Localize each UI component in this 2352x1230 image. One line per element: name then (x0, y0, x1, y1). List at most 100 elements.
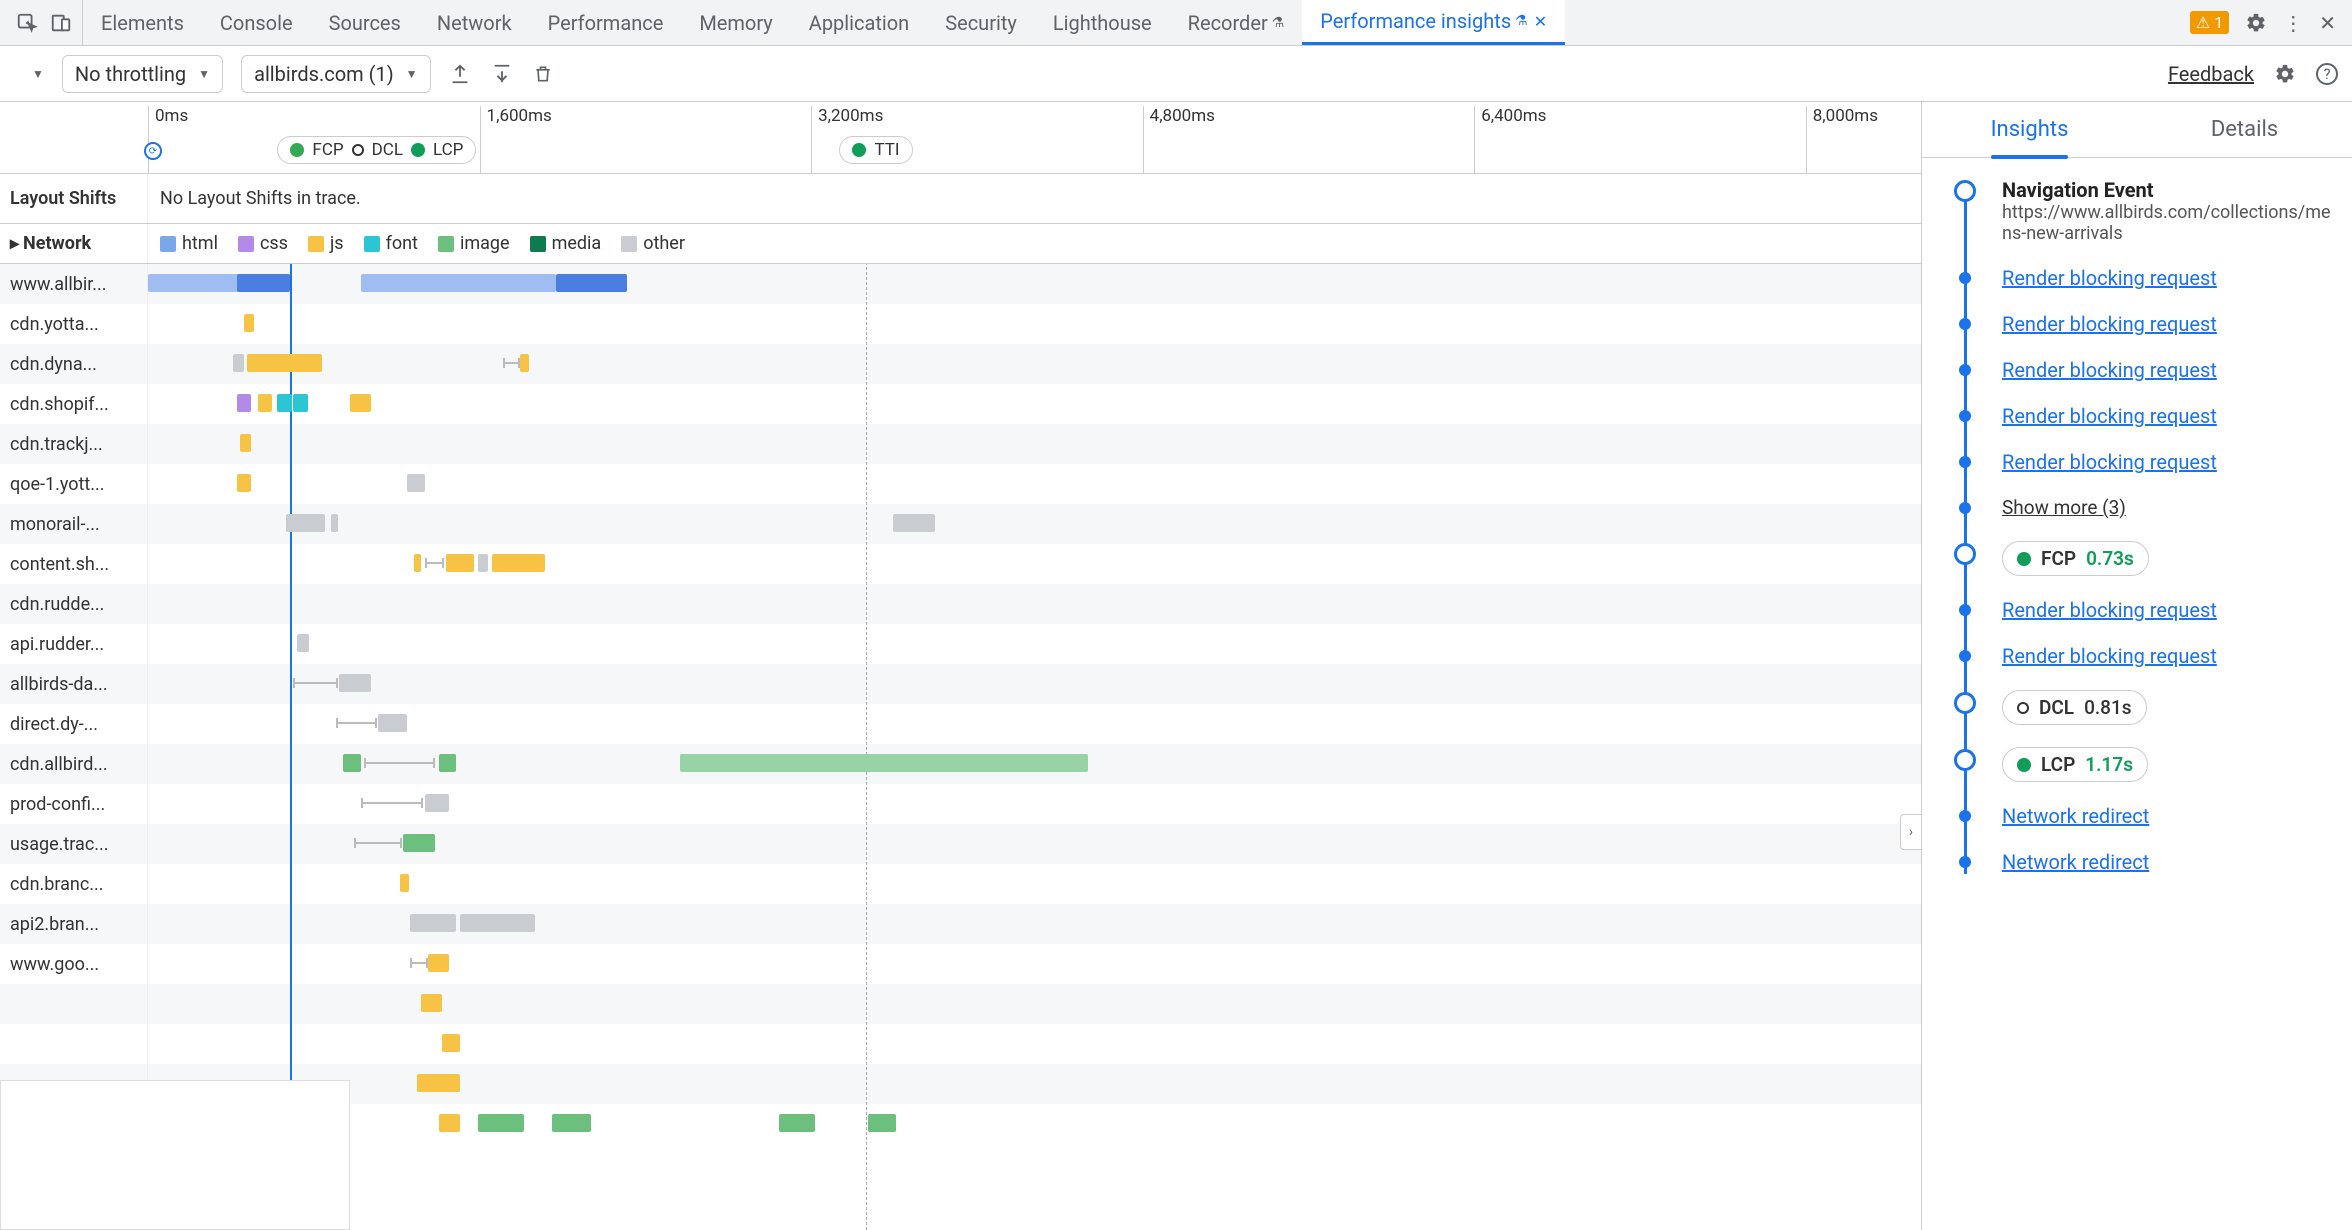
network-row[interactable]: monorail-... (0, 504, 1921, 544)
kebab-menu-icon[interactable]: ⋮ (2283, 11, 2303, 35)
tab-lighthouse[interactable]: Lighthouse (1035, 0, 1170, 45)
timing-marker-pill[interactable]: TTI (839, 136, 912, 164)
request-bar[interactable] (378, 714, 406, 732)
request-bar[interactable] (417, 1074, 460, 1092)
time-ruler[interactable]: 0ms1,600ms3,200ms4,800ms6,400ms8,000ms ⟳… (0, 102, 1921, 174)
request-bar[interactable] (277, 394, 291, 412)
recording-select[interactable]: allbirds.com (1) ▼ (241, 55, 430, 93)
help-icon[interactable]: ? (2316, 63, 2338, 85)
request-bar[interactable] (442, 1034, 460, 1052)
import-icon[interactable] (491, 63, 513, 85)
network-waterfall[interactable]: › www.allbir...cdn.yotta...cdn.dyna...cd… (0, 264, 1921, 1230)
request-bar[interactable] (478, 1114, 524, 1132)
network-row[interactable] (0, 1024, 1921, 1064)
feedback-link[interactable]: Feedback (2168, 62, 2254, 86)
request-bar[interactable] (339, 674, 371, 692)
close-devtools-icon[interactable]: ✕ (2319, 11, 2336, 35)
request-bar[interactable] (414, 554, 421, 572)
network-row[interactable]: cdn.yotta... (0, 304, 1921, 344)
request-bar[interactable] (244, 314, 255, 332)
network-row[interactable]: www.allbir... (0, 264, 1921, 304)
record-menu-arrow[interactable]: ▼ (32, 67, 44, 81)
tab-performance[interactable]: Performance (530, 0, 682, 45)
insights-body[interactable]: Navigation Eventhttps://www.allbirds.com… (1922, 158, 2352, 1230)
network-row[interactable]: www.goo... (0, 944, 1921, 984)
show-more-link[interactable]: Show more (3) (2002, 496, 2126, 519)
request-bar[interactable] (237, 474, 251, 492)
request-bar[interactable] (286, 514, 325, 532)
request-bar[interactable] (439, 1114, 460, 1132)
delete-icon[interactable] (533, 63, 553, 85)
tab-console[interactable]: Console (202, 0, 311, 45)
network-row[interactable]: content.sh... (0, 544, 1921, 584)
request-bar[interactable] (460, 914, 534, 932)
rtab-details[interactable]: Details (2137, 102, 2352, 157)
tab-recorder[interactable]: Recorder ⚗ (1170, 0, 1303, 45)
request-bar[interactable] (680, 754, 1088, 772)
request-bar[interactable] (237, 274, 290, 292)
insight-link[interactable]: Network redirect (2002, 804, 2149, 828)
request-bar[interactable] (428, 954, 449, 972)
request-bar[interactable] (247, 354, 321, 372)
request-bar[interactable] (552, 1114, 591, 1132)
request-bar[interactable] (868, 1114, 896, 1132)
network-row[interactable]: allbirds-da... (0, 664, 1921, 704)
insight-link[interactable]: Render blocking request (2002, 312, 2217, 336)
network-row[interactable]: cdn.rudde... (0, 584, 1921, 624)
network-row[interactable]: cdn.branc... (0, 864, 1921, 904)
timing-marker-pill[interactable]: FCPDCLLCP (277, 136, 476, 164)
insight-link[interactable]: Network redirect (2002, 850, 2149, 874)
network-row[interactable]: direct.dy-... (0, 704, 1921, 744)
network-row[interactable]: qoe-1.yott... (0, 464, 1921, 504)
insight-link[interactable]: Render blocking request (2002, 358, 2217, 382)
network-row[interactable]: cdn.allbird... (0, 744, 1921, 784)
request-bar[interactable] (421, 994, 442, 1012)
request-bar[interactable] (297, 634, 309, 652)
network-section-toggle[interactable]: ▸ Network (0, 224, 148, 263)
device-toggle-icon[interactable] (50, 12, 72, 34)
tab-performance-insights[interactable]: Performance insights ⚗✕ (1302, 0, 1565, 45)
throttling-select[interactable]: No throttling ▼ (62, 55, 223, 93)
insight-link[interactable]: Render blocking request (2002, 266, 2217, 290)
request-bar[interactable] (400, 874, 409, 892)
tab-application[interactable]: Application (791, 0, 927, 45)
request-bar[interactable] (350, 394, 371, 412)
request-bar[interactable] (331, 514, 338, 532)
request-bar[interactable] (233, 354, 244, 372)
network-row[interactable] (0, 984, 1921, 1024)
insight-link[interactable]: Render blocking request (2002, 644, 2217, 668)
network-row[interactable]: usage.trac... (0, 824, 1921, 864)
request-bar[interactable] (556, 274, 627, 292)
request-bar[interactable] (403, 834, 435, 852)
request-bar[interactable] (492, 554, 545, 572)
insight-link[interactable]: Render blocking request (2002, 404, 2217, 428)
network-row[interactable]: prod-confi... (0, 784, 1921, 824)
settings-gear-icon[interactable] (2245, 12, 2267, 34)
request-bar[interactable] (425, 794, 450, 812)
metric-pill-dcl[interactable]: DCL0.81s (2002, 690, 2147, 725)
metric-pill-lcp[interactable]: LCP1.17s (2002, 747, 2148, 782)
legend-html[interactable]: html (160, 233, 218, 254)
settings-gear-icon[interactable] (2274, 63, 2296, 85)
network-row[interactable]: cdn.dyna... (0, 344, 1921, 384)
legend-media[interactable]: media (530, 233, 602, 254)
network-row[interactable]: api2.bran... (0, 904, 1921, 944)
tab-elements[interactable]: Elements (83, 0, 202, 45)
request-bar[interactable] (779, 1114, 814, 1132)
tab-sources[interactable]: Sources (311, 0, 419, 45)
request-bar[interactable] (478, 554, 489, 572)
request-bar[interactable] (240, 434, 251, 452)
insight-link[interactable]: Render blocking request (2002, 598, 2217, 622)
legend-js[interactable]: js (308, 233, 344, 254)
request-bar[interactable] (237, 394, 251, 412)
request-bar[interactable] (893, 514, 936, 532)
network-row[interactable]: cdn.trackj... (0, 424, 1921, 464)
tab-memory[interactable]: Memory (681, 0, 790, 45)
request-bar[interactable] (520, 354, 529, 372)
request-bar[interactable] (343, 754, 361, 772)
request-bar[interactable] (439, 754, 457, 772)
request-bar[interactable] (407, 474, 425, 492)
request-bar[interactable] (293, 394, 307, 412)
legend-image[interactable]: image (438, 233, 510, 254)
insight-link[interactable]: Render blocking request (2002, 450, 2217, 474)
